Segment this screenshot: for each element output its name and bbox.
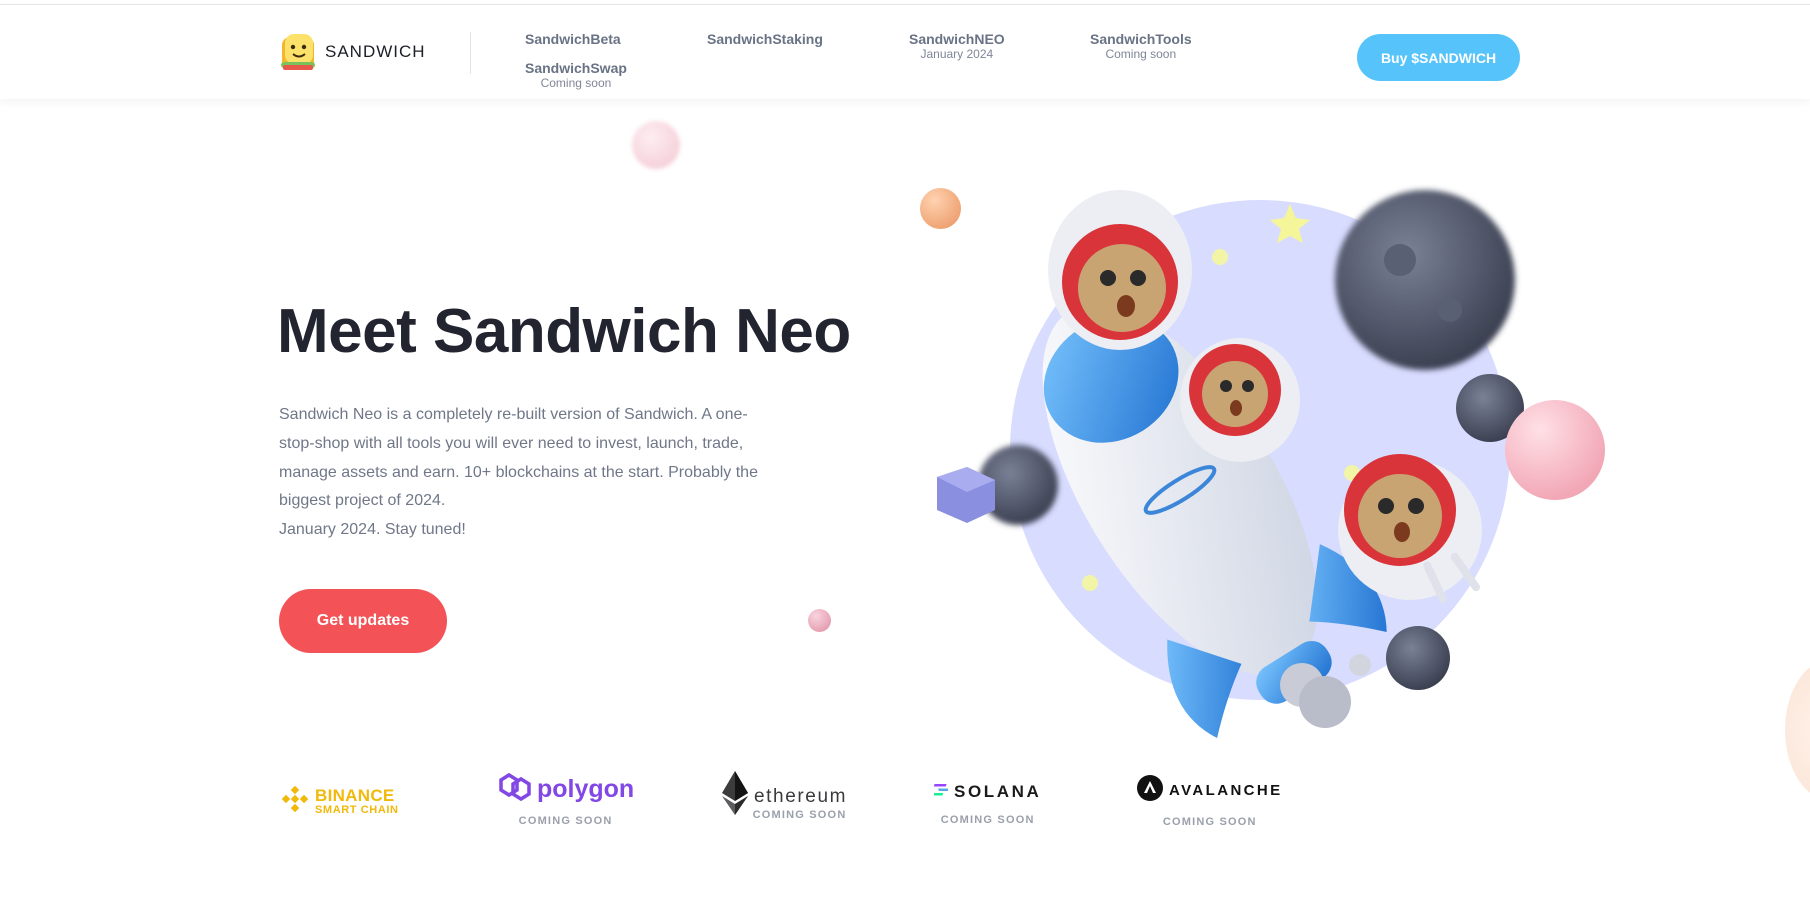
- avalanche-logo-icon: [1137, 775, 1163, 806]
- brand-name: SANDWICH: [325, 42, 426, 61]
- nav-item-label: SandwichBeta: [525, 31, 621, 47]
- chain-ethereum: ethereum COMING SOON: [720, 770, 847, 821]
- nav-item-sublabel: Coming soon: [540, 76, 612, 90]
- decorative-pink-bubble: [632, 121, 680, 169]
- nav-item-label: SandwichNEO: [909, 31, 1005, 47]
- nav-item-label: SandwichSwap: [525, 60, 627, 76]
- hero-description-line: manage assets and earn. 10+ blockchains …: [279, 463, 758, 481]
- avalanche-status: COMING SOON: [1162, 816, 1257, 828]
- binance-name: BINANCE: [315, 785, 395, 805]
- nav-item-sandwichtools[interactable]: SandwichTools Coming soon: [1090, 31, 1192, 61]
- get-updates-button[interactable]: Get updates: [279, 589, 447, 653]
- header-divider: [470, 32, 471, 74]
- ethereum-logo-icon: [720, 770, 750, 821]
- chain-polygon: polygon COMING SOON: [497, 772, 634, 827]
- nav-item-sandwichswap[interactable]: SandwichSwap Coming soon: [525, 60, 627, 90]
- hero-description-line: stop-shop with all tools you will ever n…: [279, 434, 744, 452]
- avalanche-name: AVALANCHE: [1169, 782, 1283, 799]
- decorative-peach-bubble: [1785, 660, 1810, 800]
- hero-description: Sandwich Neo is a completely re-built ve…: [279, 401, 799, 545]
- nav-item-sandwichneo[interactable]: SandwichNEO January 2024: [909, 31, 1005, 61]
- nav-item-sandwichstaking[interactable]: SandwichStaking: [707, 31, 823, 48]
- nav-item-label: SandwichStaking: [707, 31, 823, 47]
- hero-description-line: Sandwich Neo is a completely re-built ve…: [279, 406, 748, 423]
- binance-logo-icon: [281, 785, 309, 818]
- solana-name: SOLANA: [954, 782, 1042, 801]
- ethereum-name: ethereum: [754, 785, 848, 807]
- buy-sandwich-button[interactable]: Buy $SANDWICH: [1357, 34, 1520, 81]
- hero-description-line: January 2024. Stay tuned!: [279, 521, 466, 539]
- brand-logo[interactable]: SANDWICH: [279, 32, 426, 72]
- decorative-small-pink-bubble: [808, 609, 831, 632]
- nav-item-sublabel: Coming soon: [1105, 47, 1177, 61]
- solana-logo-icon: [930, 783, 951, 802]
- hero-description-line: biggest project of 2024.: [279, 492, 446, 510]
- chain-solana: SOLANA COMING SOON: [930, 782, 1042, 826]
- hero-title: Meet Sandwich Neo: [277, 297, 851, 366]
- nav-item-sandwichbeta[interactable]: SandwichBeta: [525, 31, 621, 48]
- binance-tagline: SMART CHAIN: [315, 803, 399, 816]
- solana-status: COMING SOON: [940, 814, 1035, 826]
- site-header: SANDWICH SandwichBeta SandwichStaking Sa…: [0, 5, 1810, 99]
- polygon-status: COMING SOON: [518, 815, 613, 827]
- chain-avalanche: AVALANCHE COMING SOON: [1137, 775, 1283, 828]
- sandwich-logo-icon: [279, 32, 317, 72]
- ethereum-status: COMING SOON: [752, 809, 847, 821]
- nav-item-sublabel: January 2024: [920, 47, 994, 61]
- nav-item-label: SandwichTools: [1090, 31, 1192, 47]
- chain-binance: BINANCE SMART CHAIN: [281, 785, 399, 818]
- rocket-astronauts-illustration: [930, 180, 1630, 740]
- polygon-logo-icon: [497, 772, 533, 807]
- polygon-name: polygon: [537, 775, 635, 803]
